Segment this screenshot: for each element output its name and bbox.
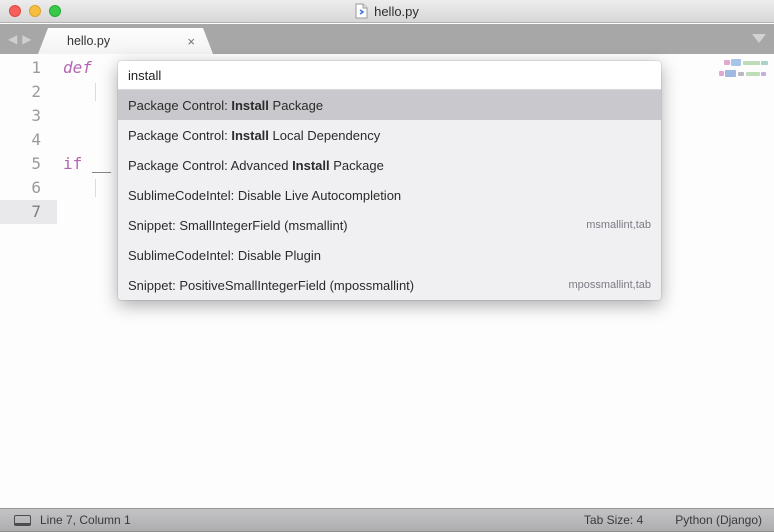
minimize-window-button[interactable] (29, 5, 41, 17)
palette-item-label: Package Control: Advanced Install Packag… (128, 158, 384, 173)
palette-item[interactable]: Package Control: Install Local Dependenc… (118, 120, 661, 150)
tab-hello-py[interactable]: hello.py × (38, 28, 213, 54)
line-number: 3 (0, 104, 57, 128)
minimap-code-block (761, 61, 768, 65)
command-palette-input[interactable]: install (118, 61, 661, 90)
palette-item-label: Package Control: Install Package (128, 98, 323, 113)
nav-forward-icon[interactable]: ▶ (22, 31, 31, 47)
palette-item-label: SublimeCodeIntel: Disable Plugin (128, 248, 321, 263)
palette-item-label: Snippet: PositiveSmallIntegerField (mpos… (128, 278, 414, 293)
nav-back-icon[interactable]: ◀ (8, 31, 17, 47)
title-bar[interactable]: hello.py (0, 0, 774, 23)
line-number: 2 (0, 80, 57, 104)
window-title-group: hello.py (355, 3, 419, 19)
indent-guide (95, 83, 96, 101)
palette-item[interactable]: Snippet: PositiveSmallIntegerField (mpos… (118, 270, 661, 300)
palette-item-selected[interactable]: Package Control: Install Package (118, 90, 661, 120)
zoom-window-button[interactable] (49, 5, 61, 17)
minimap-code-block (746, 72, 760, 76)
syntax-label[interactable]: Python (Django) (675, 513, 762, 527)
tab-size-label[interactable]: Tab Size: 4 (584, 513, 643, 527)
minimap-code-block (743, 61, 760, 65)
code-token: def (63, 58, 92, 77)
status-right: Tab Size: 4 Python (Django) (584, 513, 774, 527)
indent-guide (95, 179, 96, 197)
palette-item-label: SublimeCodeIntel: Disable Live Autocompl… (128, 188, 401, 203)
minimap-code-block (738, 72, 744, 76)
minimap-code-block (761, 72, 766, 76)
palette-item-shortcut-hint: mpossmallint,tab (568, 279, 651, 291)
tab-label: hello.py (67, 34, 110, 48)
traffic-lights (9, 5, 61, 17)
status-bar: Line 7, Column 1 Tab Size: 4 Python (Dja… (0, 508, 774, 532)
line-number: 5 (0, 152, 57, 176)
palette-item[interactable]: Package Control: Advanced Install Packag… (118, 150, 661, 180)
command-palette: install Package Control: Install Package… (118, 61, 661, 300)
line-number: 4 (0, 128, 57, 152)
line-number: 6 (0, 176, 57, 200)
minimap-code-block (724, 60, 730, 65)
minimap[interactable] (710, 54, 774, 144)
palette-item-shortcut-hint: msmallint,tab (586, 219, 651, 231)
chevron-down-icon[interactable] (752, 34, 766, 43)
palette-item[interactable]: SublimeCodeIntel: Disable Plugin (118, 240, 661, 270)
minimap-code-block (725, 70, 736, 77)
window-title: hello.py (374, 4, 419, 19)
line-number: 7 (0, 200, 57, 224)
tab-nav-arrows: ◀ ▶ (8, 31, 31, 47)
minimap-code-block (719, 71, 724, 76)
code-token: if (63, 154, 82, 173)
tab-close-icon[interactable]: × (187, 35, 195, 48)
line-number-gutter: 1234567 (0, 54, 57, 508)
app-window: hello.py ◀ ▶ hello.py × 1234567 def if __… (0, 0, 774, 532)
palette-item[interactable]: Snippet: SmallIntegerField (msmallint) ms… (118, 210, 661, 240)
palette-item-label: Package Control: Install Local Dependenc… (128, 128, 380, 143)
line-number: 1 (0, 56, 57, 80)
cursor-position-label: Line 7, Column 1 (40, 513, 131, 527)
palette-item-label: Snippet: SmallIntegerField (msmallint) (128, 218, 348, 233)
command-palette-query: install (128, 68, 161, 83)
document-icon (355, 3, 368, 19)
close-window-button[interactable] (9, 5, 21, 17)
code-token: __ (82, 154, 111, 173)
command-palette-results: Package Control: Install Package Package … (118, 90, 661, 300)
status-left: Line 7, Column 1 (0, 513, 131, 527)
minimap-code-block (731, 59, 741, 66)
tab-bar: ◀ ▶ hello.py × (0, 24, 774, 54)
panel-toggle-icon[interactable] (14, 515, 31, 526)
palette-item[interactable]: SublimeCodeIntel: Disable Live Autocompl… (118, 180, 661, 210)
